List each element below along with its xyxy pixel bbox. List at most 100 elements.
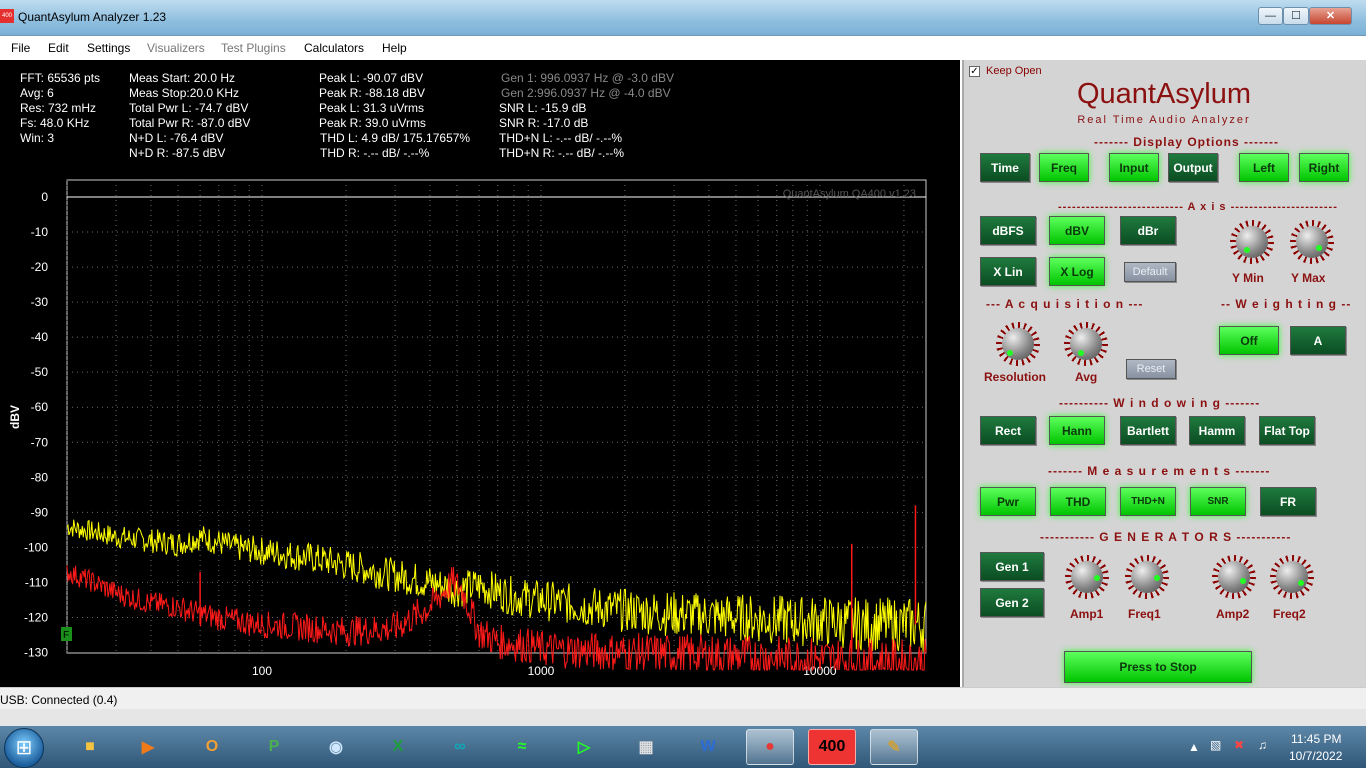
reset-button[interactable]: Reset bbox=[1126, 359, 1176, 379]
amp2-knob[interactable] bbox=[1212, 555, 1256, 599]
status-bar: USB: Connected (0.4) bbox=[0, 687, 1366, 709]
chart-watermark: QuantAsylum QA400 v1.23 bbox=[783, 188, 916, 200]
windowing-flattop-button[interactable]: Flat Top bbox=[1259, 416, 1315, 445]
axis-title: --------------------------- A x i s ----… bbox=[1058, 201, 1338, 213]
display-options-title: ------- Display Options ------- bbox=[1094, 135, 1279, 149]
windowing-hann-button[interactable]: Hann bbox=[1049, 416, 1105, 445]
y-tick-label: 0 bbox=[41, 190, 48, 204]
paint-icon[interactable]: ✎ bbox=[870, 729, 918, 765]
opamp-tool-icon[interactable]: ▷ bbox=[560, 729, 608, 765]
meas-thdn-button[interactable]: THD+N bbox=[1120, 487, 1176, 516]
freq2-label: Freq2 bbox=[1273, 607, 1306, 621]
y-tick-label: -30 bbox=[31, 295, 49, 309]
display-input-button[interactable]: Input bbox=[1109, 153, 1159, 182]
menu-visualizers[interactable]: Visualizers bbox=[147, 41, 205, 55]
calculator-icon[interactable]: ▦ bbox=[622, 729, 670, 765]
marker-label: F bbox=[63, 630, 69, 641]
meas-pwr-button[interactable]: Pwr bbox=[980, 487, 1036, 516]
gen1-button[interactable]: Gen 1 bbox=[980, 552, 1044, 581]
avg-knob[interactable] bbox=[1064, 322, 1108, 366]
amp1-knob[interactable] bbox=[1065, 555, 1109, 599]
analyzer-400-icon[interactable]: 400 bbox=[808, 729, 856, 765]
app-icon: 400 bbox=[0, 9, 14, 23]
meas-thd-button[interactable]: THD bbox=[1050, 487, 1106, 516]
outlook-icon[interactable]: O bbox=[188, 729, 236, 765]
windowing-hamm-button[interactable]: Hamm bbox=[1189, 416, 1245, 445]
y-tick-label: -40 bbox=[31, 330, 49, 344]
y-tick-label: -20 bbox=[31, 260, 49, 274]
weighting-title: -- W e i g h t i n g -- bbox=[1221, 297, 1352, 311]
y-tick-label: -110 bbox=[25, 575, 48, 589]
press-to-stop-button[interactable]: Press to Stop bbox=[1064, 651, 1252, 683]
resolution-knob[interactable] bbox=[996, 322, 1040, 366]
menu-file[interactable]: File bbox=[11, 41, 30, 55]
weighting-a-button[interactable]: A bbox=[1290, 326, 1346, 355]
display-freq-button[interactable]: Freq bbox=[1039, 153, 1089, 182]
tray-device-icon[interactable]: ▧ bbox=[1210, 738, 1221, 752]
word-icon[interactable]: W bbox=[684, 729, 732, 765]
excel-icon[interactable]: X bbox=[374, 729, 422, 765]
media-player-icon[interactable]: ▶ bbox=[124, 729, 172, 765]
windowing-bartlett-button[interactable]: Bartlett bbox=[1120, 416, 1176, 445]
display-left-button[interactable]: Left bbox=[1239, 153, 1289, 182]
x-tick-label: 1000 bbox=[528, 664, 555, 678]
menu-help[interactable]: Help bbox=[382, 41, 407, 55]
amp2-label: Amp2 bbox=[1216, 607, 1250, 621]
amp1-knob-indicator bbox=[1094, 575, 1100, 581]
axis-dbfs-button[interactable]: dBFS bbox=[980, 216, 1036, 245]
tray-volume-icon[interactable]: ♫ bbox=[1258, 738, 1267, 752]
gen2-button[interactable]: Gen 2 bbox=[980, 588, 1044, 617]
menu-test-plugins[interactable]: Test Plugins bbox=[221, 41, 286, 55]
menu-settings[interactable]: Settings bbox=[87, 41, 130, 55]
meas-fr-button[interactable]: FR bbox=[1260, 487, 1316, 516]
display-right-button[interactable]: Right bbox=[1299, 153, 1349, 182]
amp1-label: Amp1 bbox=[1070, 607, 1104, 621]
windowing-rect-button[interactable]: Rect bbox=[980, 416, 1036, 445]
axis-dbr-button[interactable]: dBr bbox=[1120, 216, 1176, 245]
meas-snr-button[interactable]: SNR bbox=[1190, 487, 1246, 516]
menu-edit[interactable]: Edit bbox=[48, 41, 69, 55]
spectrum-chart[interactable]: 0 -10 -20 -30 -40 -50 -60 -70 -80 -90 -100 -110 -120… bbox=[0, 60, 960, 687]
tagline: Real Time Audio Analyzer bbox=[1077, 114, 1251, 126]
y-tick-label: -10 bbox=[31, 225, 49, 239]
tray-network-icon[interactable]: ✖ bbox=[1234, 738, 1244, 752]
y-tick-label: -120 bbox=[24, 610, 48, 624]
chrome-icon[interactable]: ● bbox=[746, 729, 794, 765]
tray-expand-icon[interactable]: ▲ bbox=[1188, 740, 1200, 754]
keep-open-checkbox[interactable]: ✓ bbox=[969, 66, 980, 77]
y-axis-label: dBV bbox=[8, 405, 22, 429]
ymax-knob[interactable] bbox=[1290, 220, 1334, 264]
axis-xlog-button[interactable]: X Log bbox=[1049, 257, 1105, 286]
clock-date[interactable]: 10/7/2022 bbox=[1289, 749, 1342, 763]
minimize-button[interactable]: — bbox=[1258, 7, 1283, 25]
ymax-label: Y Max bbox=[1291, 271, 1326, 285]
title-bar: 400 QuantAsylum Analyzer 1.23 — ☐ ✕ bbox=[0, 0, 1366, 36]
avg-label: Avg bbox=[1075, 370, 1098, 384]
ymin-label: Y Min bbox=[1232, 271, 1264, 285]
ymin-knob[interactable] bbox=[1230, 220, 1274, 264]
display-output-button[interactable]: Output bbox=[1168, 153, 1218, 182]
close-button[interactable]: ✕ bbox=[1309, 7, 1352, 25]
freq2-knob-indicator bbox=[1298, 580, 1304, 586]
window-bottom-edge bbox=[0, 709, 1366, 726]
browser-icon[interactable]: ◉ bbox=[312, 729, 360, 765]
keep-open-label: Keep Open bbox=[986, 65, 1042, 77]
arduino-icon[interactable]: ∞ bbox=[436, 729, 484, 765]
publisher-icon[interactable]: P bbox=[250, 729, 298, 765]
start-button[interactable]: ⊞ bbox=[4, 728, 44, 768]
display-time-button[interactable]: Time bbox=[980, 153, 1030, 182]
maximize-button[interactable]: ☐ bbox=[1283, 7, 1309, 25]
ltspice-icon[interactable]: ≈ bbox=[498, 729, 546, 765]
weighting-off-button[interactable]: Off bbox=[1219, 326, 1279, 355]
freq1-knob[interactable] bbox=[1125, 555, 1169, 599]
taskbar: ⊞ ■ ▶ O P ◉ X ∞ ≈ ▷ ▦ W ● 400 ✎ ▲ ▧ ✖ ♫ … bbox=[0, 726, 1366, 768]
explorer-icon[interactable]: ■ bbox=[66, 729, 114, 765]
freq2-knob[interactable] bbox=[1270, 555, 1314, 599]
resolution-knob-indicator bbox=[1007, 350, 1013, 356]
menu-calculators[interactable]: Calculators bbox=[304, 41, 364, 55]
clock-time[interactable]: 11:45 PM bbox=[1291, 732, 1341, 746]
axis-default-button[interactable]: Default bbox=[1124, 262, 1176, 282]
axis-xlin-button[interactable]: X Lin bbox=[980, 257, 1036, 286]
window-title: QuantAsylum Analyzer 1.23 bbox=[18, 10, 167, 24]
axis-dbv-button[interactable]: dBV bbox=[1049, 216, 1105, 245]
